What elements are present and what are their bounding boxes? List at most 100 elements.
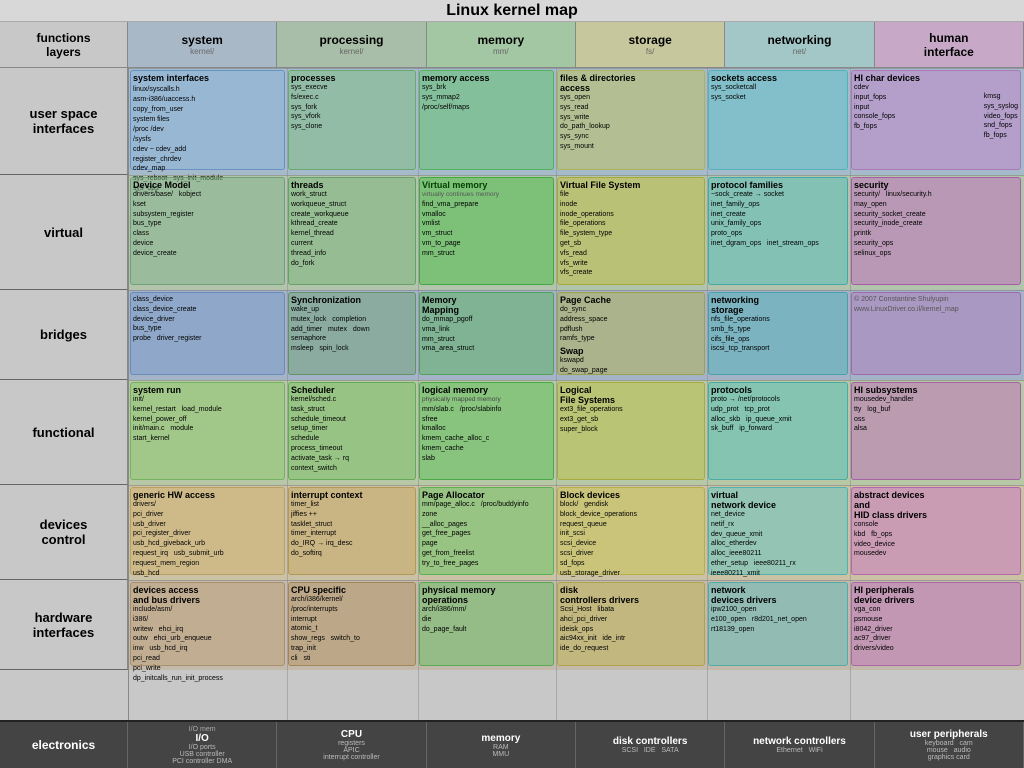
cell-files-dirs: files & directoriesaccess sys_open sys_r… — [557, 70, 705, 170]
row-div-4 — [128, 485, 1024, 486]
disk-drivers-content: Scsi_Host libata ahci_pci_driver ideisk_… — [560, 605, 702, 654]
hardware-label-text: hardwareinterfaces — [33, 610, 94, 640]
layers-label: functionslayers — [37, 31, 91, 59]
hi-char-title: HI char devices — [854, 73, 1018, 83]
protocols-content: proto → /net/protocols udp_prot tcp_prot… — [711, 395, 845, 434]
row-div-1 — [128, 175, 1024, 176]
network-drivers-title: networkdevices drivers — [711, 585, 845, 605]
elec-cpu-main: CPU — [341, 729, 362, 740]
col-networking-sub: net/ — [793, 47, 806, 56]
electronics-label: electronics — [0, 722, 128, 768]
cell-generic-hw: generic HW access drivers/ pci_driver us… — [130, 487, 285, 575]
network-drivers-content: ipw2100_open e100_open r8d201_net_open r… — [711, 605, 845, 634]
system-run-content: init/ kernel_restart load_module kernel_… — [133, 395, 282, 444]
cell-hi-subsystems: HI subsystems mousedev_handler tty log_b… — [851, 382, 1021, 480]
userspace-label-text: user spaceinterfaces — [30, 106, 98, 136]
virtual-network-content: net_device netif_rx dev_queue_xmit alloc… — [711, 510, 845, 579]
cell-interrupt-context: interrupt context timer_list jiffies ++ … — [288, 487, 416, 575]
sockets-access-title: sockets access — [711, 73, 845, 83]
abstract-devices-content: console kbd fb_ops video_device mousedev — [854, 520, 1018, 559]
cpu-specific-title: CPU specific — [291, 585, 413, 595]
logical-memory-content: mm/slab.c /proc/slabinfo sfree kmalloc k… — [422, 405, 551, 464]
col-header-storage: storage fs/ — [576, 22, 725, 67]
devices-label-text: devicescontrol — [40, 517, 88, 547]
bridges-system-content: class_device class_device_create device_… — [133, 295, 282, 344]
networking-storage-title: networkingstorage — [711, 295, 845, 315]
elec-disk: disk controllers SCSI IDE SATA — [576, 722, 725, 768]
disk-drivers-title: diskcontrollers drivers — [560, 585, 702, 605]
cell-virtual-memory: Virtual memory virtually continues memor… — [419, 177, 554, 285]
col-div-5 — [850, 68, 851, 720]
generic-hw-title: generic HW access — [133, 490, 282, 500]
col-div-2 — [418, 68, 419, 720]
hi-peripherals-content: vga_con psmouse i8042_driver ac97_driver… — [854, 605, 1018, 654]
protocol-families-content: ~sock_create → socket inet_family_ops in… — [711, 190, 845, 249]
bridges-label-text: bridges — [40, 327, 87, 342]
files-dirs-content: sys_open sys_read sys_write do_path_look… — [560, 93, 702, 152]
memory-access-content: sys_brk sys_mmap2 /proc/self/maps — [422, 83, 551, 112]
row-div-2 — [128, 290, 1024, 291]
cell-physical-memory: physical memoryoperations arch/i386/mm/ … — [419, 582, 554, 666]
cell-hi-char-devices: HI char devices cdev input_fops input co… — [851, 70, 1021, 170]
scheduler-title: Scheduler — [291, 385, 413, 395]
elec-network: network controllers Ethernet WiFi — [725, 722, 874, 768]
cell-scheduler: Scheduler kernel/sched.c task_struct sch… — [288, 382, 416, 480]
col-header-memory: memory mm/ — [427, 22, 576, 67]
cell-system-run: system run init/ kernel_restart load_mod… — [130, 382, 285, 480]
elec-io-main: I/O — [195, 733, 208, 744]
elec-peripherals: user peripherals keyboard cammouse audio… — [875, 722, 1024, 768]
devices-bus-content: include/asm/i386/ writew ehci_irq outw e… — [133, 605, 282, 683]
row-label-bridges: bridges — [0, 290, 128, 380]
row-label-functional: functional — [0, 380, 128, 485]
title-text: Linux kernel map — [446, 2, 578, 20]
logical-memory-title: logical memory — [422, 385, 551, 395]
elec-io-sub: I/O portsUSB controllerPCI controller DM… — [172, 744, 232, 765]
col-human-label: humaninterface — [924, 31, 974, 59]
elec-memory: memory RAMMMU — [427, 722, 576, 768]
elec-network-main: network controllers — [753, 736, 846, 747]
elec-memory-sub: RAMMMU — [492, 744, 509, 758]
col-header-human: humaninterface — [875, 22, 1024, 67]
cell-memory-access: memory access sys_brk sys_mmap2 /proc/se… — [419, 70, 554, 170]
block-devices-content: block/ gendisk block_device_operations r… — [560, 500, 702, 578]
col-processing-sub: kernel/ — [339, 47, 363, 56]
interrupt-content: timer_list jiffies ++ tasklet_struct tim… — [291, 500, 413, 559]
interrupt-title: interrupt context — [291, 490, 413, 500]
threads-title: threads — [291, 180, 413, 190]
cell-logical-fs: LogicalFile Systems ext3_file_operations… — [557, 382, 705, 480]
col-header-networking: networking net/ — [725, 22, 874, 67]
memory-mapping-content: do_mmap_pgoff vma_link mm_struct vma_are… — [422, 315, 551, 354]
row-div-3 — [128, 380, 1024, 381]
cell-device-model: Device Model drivers/base/ kobjectkset s… — [130, 177, 285, 285]
vfs-title: Virtual File System — [560, 180, 702, 190]
cell-vfs: Virtual File System file inode inode_ope… — [557, 177, 705, 285]
page-allocator-content: mm/page_alloc.c /proc/buddyinfo zone __a… — [422, 500, 551, 569]
cell-logical-memory: logical memory physically mapped memory … — [419, 382, 554, 480]
logical-memory-sub: physically mapped memory — [422, 395, 551, 405]
virtual-label-text: virtual — [44, 225, 83, 240]
security-content: security/ linux/security.h may_open secu… — [854, 190, 1018, 259]
cell-network-drivers: networkdevices drivers ipw2100_open e100… — [708, 582, 848, 666]
cell-sockets-access: sockets access sys_socketcall sys_socket — [708, 70, 848, 170]
column-headers: system kernel/ processing kernel/ memory… — [128, 22, 1024, 68]
virtual-memory-title: Virtual memory — [422, 180, 551, 190]
row-div-5 — [128, 580, 1024, 581]
cell-threads: threads work_struct workqueue_struct cre… — [288, 177, 416, 285]
col-div-1 — [287, 68, 288, 720]
sockets-access-content: sys_socketcall sys_socket — [711, 83, 845, 103]
system-run-title: system run — [133, 385, 282, 395]
scheduler-content: kernel/sched.c task_struct schedule_time… — [291, 395, 413, 473]
sync-title: Synchronization — [291, 295, 413, 305]
cpu-specific-content: arch/i386/kernel/ /proc/interrupts inter… — [291, 595, 413, 664]
cell-bridges-system: class_device class_device_create device_… — [130, 292, 285, 375]
functional-label-text: functional — [32, 425, 94, 440]
device-model-title: Device Model — [133, 180, 282, 190]
cell-block-devices: Block devices block/ gendisk block_devic… — [557, 487, 705, 575]
virtual-network-title: virtualnetwork device — [711, 490, 845, 510]
col-processing-label: processing — [319, 33, 383, 47]
col-div-4 — [707, 68, 708, 720]
block-devices-title: Block devices — [560, 490, 702, 500]
hi-peripherals-title: HI peripheralsdevice drivers — [854, 585, 1018, 605]
logical-fs-content: ext3_file_operations ext3_get_sb super_b… — [560, 405, 702, 434]
cell-synchronization: Synchronization wake_up mutex_lock compl… — [288, 292, 416, 375]
